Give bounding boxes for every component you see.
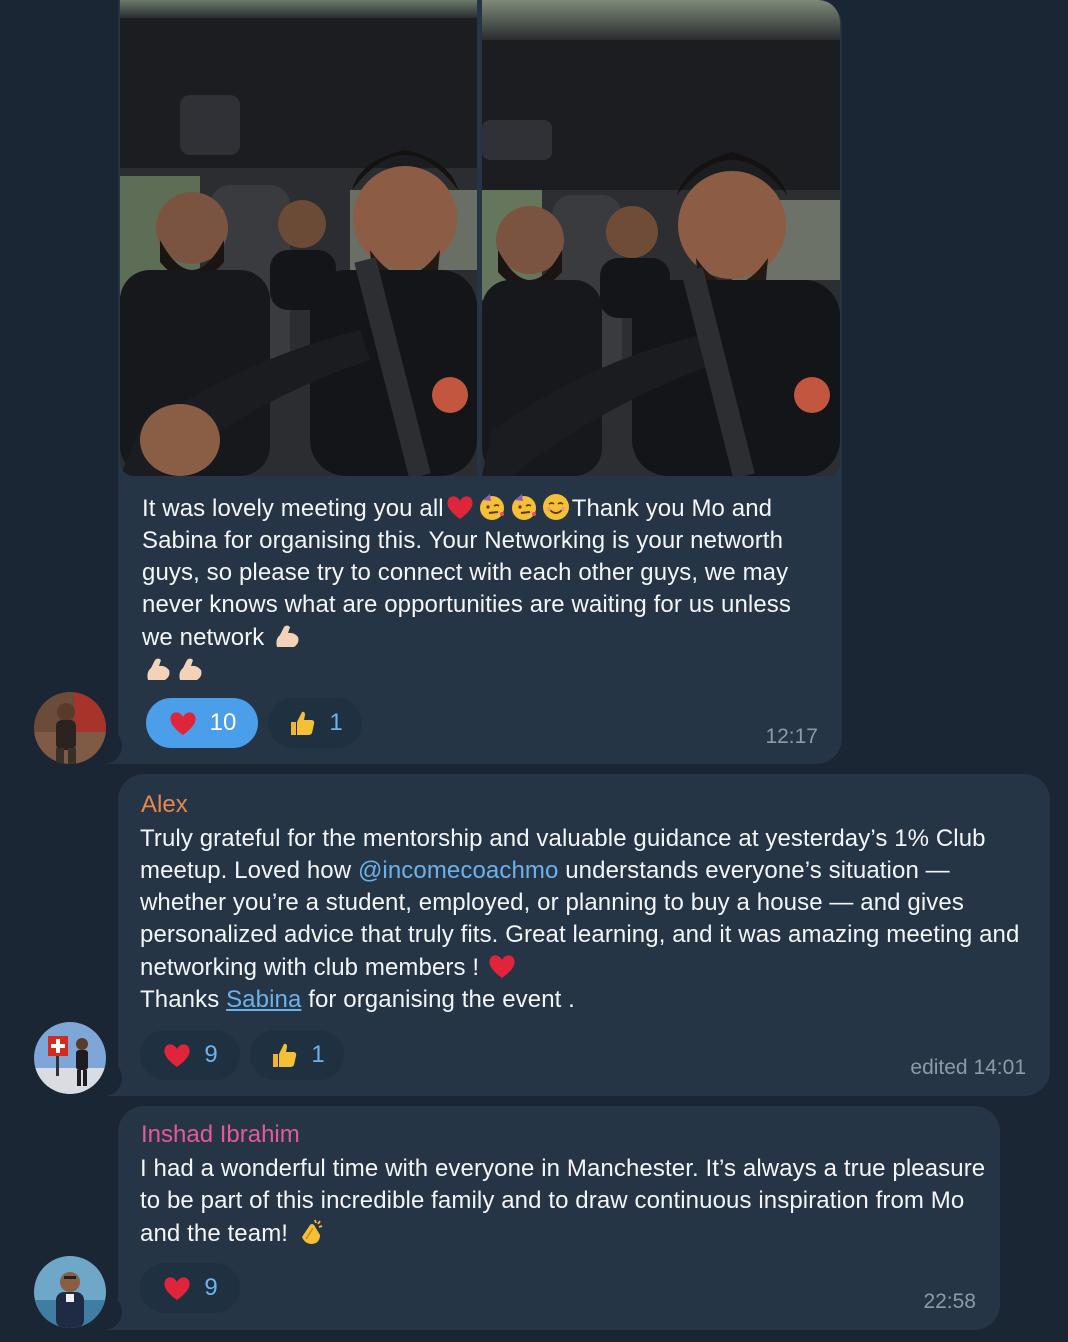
bubble-tail	[86, 1294, 122, 1330]
thumbs-up-icon	[291, 711, 315, 735]
red-heart-icon	[164, 1044, 190, 1067]
reaction-count: 10	[209, 709, 237, 736]
bubble-tail	[86, 728, 122, 764]
user-mention-link[interactable]: @incomecoachmo	[358, 857, 559, 884]
reaction-thumbs-up-button[interactable]: 1	[250, 1030, 344, 1080]
red-heart-icon	[170, 712, 196, 735]
photo-selfie-left[interactable]	[120, 0, 477, 476]
reaction-count: 9	[204, 1274, 218, 1301]
red-heart-emoji-icon	[487, 951, 517, 981]
message-timestamp: 12:17	[765, 725, 818, 748]
red-heart-emoji-icon	[445, 492, 475, 522]
flexed-biceps-emoji-icon	[143, 654, 173, 684]
reaction-count: 1	[311, 1041, 325, 1068]
message-timestamp: edited 14:01	[910, 1056, 1026, 1079]
reaction-count: 9	[204, 1041, 218, 1068]
reaction-thumbs-up-button[interactable]: 1	[268, 698, 362, 748]
sender-name[interactable]: Inshad Ibrahim	[141, 1120, 300, 1150]
partying-face-emoji-icon	[477, 492, 507, 522]
message-text: Truly grateful for the mentorship and va…	[140, 823, 1040, 1016]
photo-selfie-right[interactable]	[482, 0, 840, 476]
message-text-segment: It was lovely meeting you all	[142, 495, 444, 522]
message-text: It was lovely meeting you all Thank you M…	[142, 492, 822, 687]
message-text-segment: Thanks	[140, 986, 227, 1013]
reaction-count: 1	[329, 709, 343, 736]
reaction-heart-button[interactable]: 9	[140, 1263, 240, 1313]
avatar[interactable]	[34, 1256, 106, 1328]
flexed-biceps-emoji-icon	[175, 654, 205, 684]
bubble-tail	[86, 1060, 122, 1096]
message-text-segment: for organising the event .	[301, 986, 575, 1013]
smiling-face-emoji-icon	[541, 492, 571, 522]
partying-face-emoji-icon	[509, 492, 539, 522]
red-heart-icon	[164, 1277, 190, 1300]
reaction-heart-button[interactable]: 10	[146, 698, 258, 748]
thumbs-up-icon	[273, 1043, 297, 1067]
avatar[interactable]	[34, 1022, 106, 1094]
message-text: I had a wonderful time with everyone in …	[140, 1153, 990, 1250]
clapping-hands-emoji-icon	[296, 1217, 326, 1247]
sender-name[interactable]: Alex	[141, 790, 188, 820]
flexed-biceps-emoji-icon	[272, 621, 302, 651]
reaction-heart-button[interactable]: 9	[140, 1030, 240, 1080]
avatar[interactable]	[34, 692, 106, 764]
user-link[interactable]: Sabina	[226, 986, 301, 1013]
message-timestamp: 22:58	[923, 1290, 976, 1313]
message-text-segment: I had a wonderful time with everyone in …	[140, 1155, 993, 1247]
